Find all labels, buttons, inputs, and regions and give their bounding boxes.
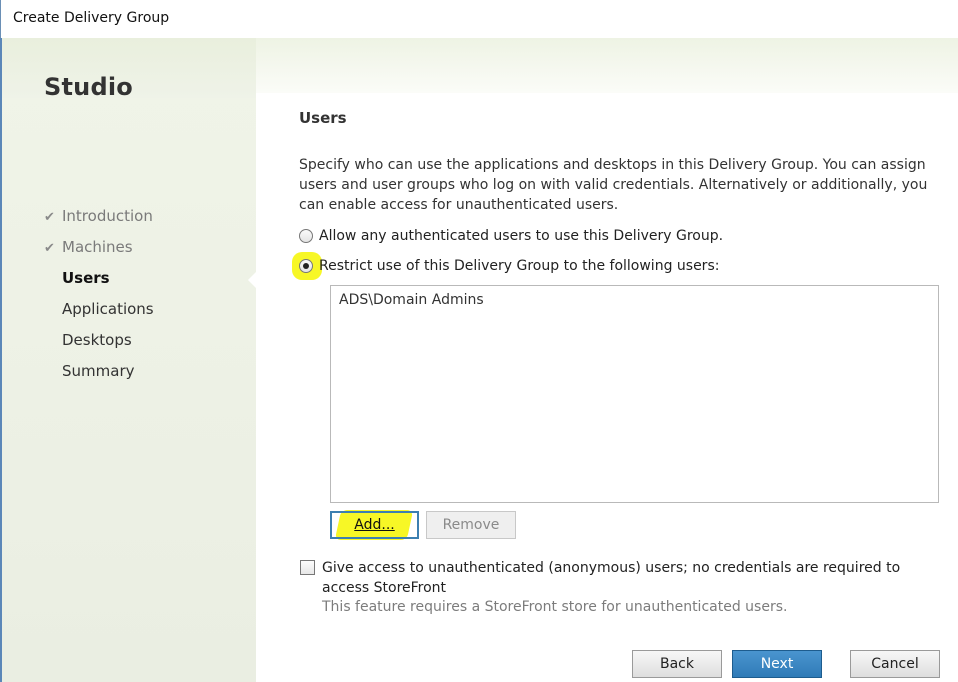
sidebar-item-introduction[interactable]: ✔ Introduction [44, 205, 153, 227]
sidebar-item-desktops[interactable]: Desktops [44, 329, 132, 351]
anonymous-access-checkbox[interactable] [300, 560, 315, 575]
checkbox-label: Give access to unauthenticated (anonymou… [322, 560, 901, 596]
radio-button-selected[interactable] [299, 259, 313, 273]
checkmark-icon: ✔ [44, 241, 55, 256]
sidebar-item-label: Summary [62, 362, 135, 380]
window-titlebar: Create Delivery Group [0, 0, 958, 38]
radio-restrict-users[interactable]: Restrict use of this Delivery Group to t… [299, 256, 719, 276]
sidebar-item-machines[interactable]: ✔ Machines [44, 236, 133, 258]
content-header-band [256, 38, 958, 93]
anonymous-access-note: This feature requires a StoreFront store… [322, 599, 788, 615]
sidebar-item-label: Desktops [62, 331, 132, 349]
page-description: Specify who can use the applications and… [299, 157, 928, 213]
radio-button-unselected[interactable] [299, 229, 313, 243]
sidebar-item-applications[interactable]: Applications [44, 298, 154, 320]
cancel-button[interactable]: Cancel [850, 650, 940, 678]
sidebar-item-label: Introduction [62, 207, 153, 225]
sidebar-item-label: Users [62, 269, 110, 287]
sidebar-item-summary[interactable]: Summary [44, 360, 135, 382]
checkmark-icon: ✔ [44, 210, 55, 225]
anonymous-access-option[interactable]: Give access to unauthenticated (anonymou… [300, 558, 920, 598]
sidebar-item-label: Applications [62, 300, 154, 318]
back-button[interactable]: Back [632, 650, 722, 678]
remove-users-button[interactable]: Remove [426, 511, 516, 539]
current-step-pointer [248, 271, 257, 289]
add-users-button[interactable]: Add... [330, 511, 419, 539]
radio-label: Allow any authenticated users to use thi… [319, 228, 724, 244]
radio-label: Restrict use of this Delivery Group to t… [319, 258, 720, 274]
sidebar-item-label: Machines [62, 238, 133, 256]
list-item[interactable]: ADS\Domain Admins [339, 292, 484, 308]
window-title: Create Delivery Group [13, 10, 170, 26]
studio-brand: Studio [44, 73, 133, 101]
sidebar-item-users[interactable]: Users [44, 267, 110, 289]
radio-allow-any-authenticated[interactable]: Allow any authenticated users to use thi… [299, 226, 723, 246]
users-list[interactable]: ADS\Domain Admins [330, 285, 939, 503]
page-title: Users [299, 109, 347, 127]
next-button[interactable]: Next [732, 650, 822, 678]
